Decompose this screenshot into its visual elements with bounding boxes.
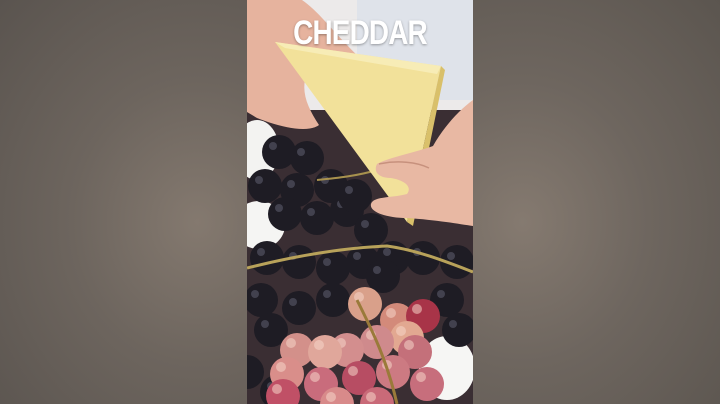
dark-grape xyxy=(300,201,334,235)
dark-grape xyxy=(268,197,302,231)
dark-grape xyxy=(316,283,350,317)
dark-grape xyxy=(250,241,284,275)
dark-grape xyxy=(290,141,324,175)
dark-grape xyxy=(338,179,372,213)
dark-grape xyxy=(366,259,400,293)
dark-grape xyxy=(282,291,316,325)
dark-grape xyxy=(262,135,296,169)
dark-grape xyxy=(248,169,282,203)
dark-grape xyxy=(282,245,316,279)
left-blurred-backdrop xyxy=(0,0,247,404)
red-grape xyxy=(410,367,444,401)
video-caption: CHEDDAR xyxy=(293,14,427,52)
dark-grape xyxy=(316,251,350,285)
video-scene xyxy=(247,0,473,404)
dark-grape xyxy=(354,213,388,247)
video-frame[interactable]: CHEDDAR xyxy=(247,0,473,404)
right-blurred-backdrop xyxy=(473,0,720,404)
red-grape xyxy=(308,335,342,369)
